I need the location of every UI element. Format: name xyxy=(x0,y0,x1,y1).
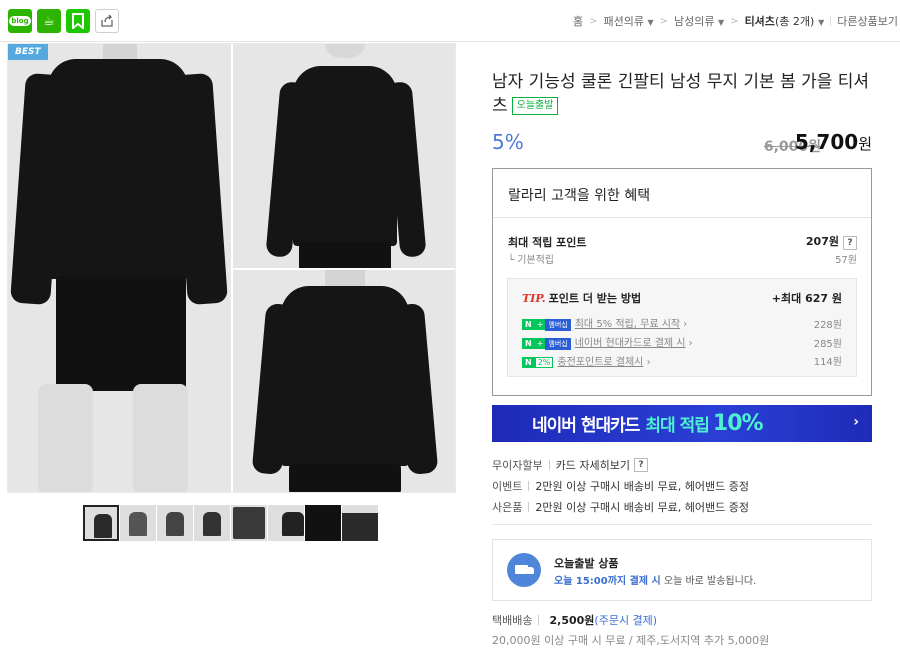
tip-row-charge[interactable]: N 2% 충전포인트로 결제시 › 114원 xyxy=(522,353,842,368)
product-title: 남자 기능성 쿨론 긴팔티 남성 무지 기본 봄 가을 티셔츠 오늘출발 xyxy=(492,72,870,116)
thumbnail-7[interactable] xyxy=(305,505,341,541)
today-ship-box: 오늘출발 상품 오늘 15:00까지 결제 시 오늘 바로 발송됩니다. xyxy=(492,539,872,601)
breadcrumb-cat2[interactable]: 남성의류 ▼ xyxy=(674,13,724,29)
thumbnail-3[interactable] xyxy=(157,505,193,541)
breadcrumb-cat1[interactable]: 패션의류 ▼ xyxy=(604,13,654,29)
naver-card-banner[interactable]: 네이버 현대카드 최대 적립 10% › xyxy=(492,405,872,442)
chevron-right-icon: > xyxy=(659,15,669,27)
thumbnail-1[interactable] xyxy=(83,505,119,541)
installment-row: 무이자할부 카드 자세히보기 ? xyxy=(492,457,648,473)
shipping-row: 택배배송 2,500원 (주문시 결제) xyxy=(492,614,658,627)
thumbnail-8[interactable] xyxy=(342,505,378,541)
product-photo-back[interactable] xyxy=(233,270,455,492)
breadcrumb-home[interactable]: 홈 xyxy=(573,13,583,29)
gift-row: 사은품 2만원 이상 구매시 배송비 무료, 헤어밴드 증정 xyxy=(492,501,750,514)
pay-method: (주문시 결제) xyxy=(594,614,658,627)
tip-row-card[interactable]: N + 멤버십 네이버 현대카드로 결제 시 › 285원 xyxy=(522,334,842,350)
event-row: 이벤트 2만원 이상 구매시 배송비 무료, 헤어밴드 증정 xyxy=(492,480,750,493)
basic-points-row: └ 기본적립 57원 xyxy=(508,255,857,266)
tip-row-membership[interactable]: N + 멤버십 최대 5% 적립, 무료 시작 › 228원 xyxy=(522,315,842,331)
chevron-right-icon: › xyxy=(688,338,693,349)
best-badge: BEST xyxy=(8,44,48,60)
truck-icon xyxy=(507,553,541,587)
thumbnail-4[interactable] xyxy=(194,505,230,541)
caret-down-icon: ▼ xyxy=(718,18,725,27)
thumbnail-2[interactable] xyxy=(120,505,156,541)
product-gallery[interactable]: BEST xyxy=(7,43,456,493)
sale-price: 5,700원 xyxy=(794,130,872,154)
top-bar: blog ☕ 홈 > 패션의류 ▼ > 남성의류 ▼ > 티셔츠(총 2개) ▼… xyxy=(0,0,900,42)
blog-share-icon[interactable]: blog xyxy=(8,9,32,33)
today-ship-badge: 오늘출발 xyxy=(511,97,559,115)
cafe-share-icon[interactable]: ☕ xyxy=(37,9,61,33)
product-photo-front[interactable] xyxy=(8,44,231,492)
share-icon[interactable] xyxy=(95,9,119,33)
chevron-right-icon: > xyxy=(589,15,598,27)
max-points-row: 최대 적립 포인트 207원? xyxy=(508,233,857,250)
divider xyxy=(493,217,871,218)
share-icons: blog ☕ xyxy=(8,9,119,33)
breadcrumb: 홈 > 패션의류 ▼ > 남성의류 ▼ > 티셔츠(총 2개) ▼ 다른상품보기 xyxy=(573,13,898,29)
chevron-right-icon: › xyxy=(646,357,651,368)
card-detail-link[interactable]: 카드 자세히보기 xyxy=(556,457,630,473)
today-ship-desc: 오늘 15:00까지 결제 시 오늘 바로 발송됩니다. xyxy=(554,576,757,587)
other-products-link[interactable]: 다른상품보기 xyxy=(837,13,898,29)
chevron-right-icon: › xyxy=(853,414,859,430)
chevron-right-icon: > xyxy=(730,15,739,27)
shipping-note: 20,000원 이상 구매 시 무료 / 제주,도서지역 추가 5,000원 xyxy=(492,634,770,647)
chevron-right-icon: › xyxy=(683,319,688,330)
help-icon[interactable]: ? xyxy=(843,236,857,250)
tip-box: TIP. 포인트 더 받는 방법 +최대 627 원 N + 멤버십 최대 5% 적립,… xyxy=(507,278,857,377)
breadcrumb-current[interactable]: 티셔츠(총 2개) ▼ xyxy=(745,13,825,29)
divider xyxy=(492,524,872,525)
caret-down-icon: ▼ xyxy=(818,18,825,27)
today-ship-title: 오늘출발 상품 xyxy=(554,557,619,570)
help-icon[interactable]: ? xyxy=(633,458,648,472)
thumbnail-5[interactable] xyxy=(231,505,267,541)
thumbnail-6[interactable] xyxy=(268,505,304,541)
keep-bookmark-icon[interactable] xyxy=(66,9,90,33)
benefit-box: 랄라리 고객을 위한 혜택 최대 적립 포인트 207원? └ 기본적립 57원… xyxy=(492,168,872,396)
product-photo-side[interactable] xyxy=(233,44,455,268)
discount-rate: 5% xyxy=(492,130,524,154)
thumbnail-strip xyxy=(83,505,378,541)
tip-heading: TIP. 포인트 더 받는 방법 +최대 627 원 xyxy=(522,292,842,305)
caret-down-icon: ▼ xyxy=(647,18,654,27)
benefit-heading: 랄라리 고객을 위한 혜택 xyxy=(508,188,651,204)
breadcrumb-divider xyxy=(830,16,832,26)
